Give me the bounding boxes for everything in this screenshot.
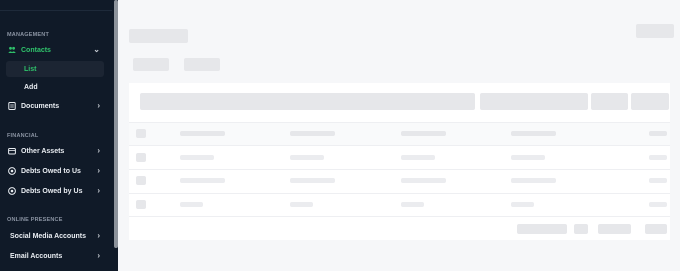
skeleton-filter bbox=[631, 93, 669, 110]
skeleton-pagination-button bbox=[574, 224, 588, 234]
sidebar-divider bbox=[0, 10, 112, 11]
sidebar-item-other-assets[interactable]: Other Assets › bbox=[0, 143, 110, 159]
chevron-down-icon: ⌄ bbox=[93, 45, 100, 54]
skeleton-cell bbox=[180, 202, 203, 207]
section-label-management: MANAGEMENT bbox=[7, 32, 50, 38]
skeleton-cell bbox=[180, 155, 214, 160]
chevron-right-icon: › bbox=[97, 231, 100, 240]
wallet-icon bbox=[8, 147, 16, 155]
sidebar-item-label: Social Media Accounts bbox=[10, 232, 86, 240]
users-icon bbox=[8, 46, 16, 54]
skeleton-header-cell bbox=[180, 131, 225, 136]
document-icon bbox=[8, 102, 16, 110]
skeleton-filter bbox=[591, 93, 628, 110]
sidebar-item-documents[interactable]: Documents › bbox=[0, 98, 110, 114]
skeleton-cell bbox=[649, 202, 667, 207]
skeleton-cell bbox=[290, 155, 324, 160]
chevron-right-icon: › bbox=[97, 251, 100, 260]
sidebar-item-label: Email Accounts bbox=[10, 252, 63, 260]
skeleton-cell bbox=[180, 178, 225, 183]
section-label-financial: FINANCIAL bbox=[7, 133, 39, 139]
skeleton-cell bbox=[649, 155, 667, 160]
sidebar-item-debts-owed-by-us[interactable]: Debts Owed by Us › bbox=[0, 183, 110, 199]
skeleton-cell bbox=[511, 155, 545, 160]
sidebar-item-contacts[interactable]: Contacts ⌄ bbox=[0, 42, 110, 58]
skeleton-pagination-button bbox=[598, 224, 631, 234]
table-divider bbox=[129, 216, 670, 217]
skeleton-header-cell bbox=[401, 131, 446, 136]
coin-icon bbox=[8, 167, 16, 175]
skeleton-checkbox bbox=[136, 176, 146, 185]
skeleton-search-input bbox=[140, 93, 475, 110]
skeleton-cell bbox=[401, 178, 446, 183]
table-divider bbox=[129, 145, 670, 146]
chevron-right-icon: › bbox=[97, 146, 100, 155]
skeleton-tab bbox=[184, 58, 220, 71]
sidebar-item-label: Other Assets bbox=[21, 147, 65, 155]
skeleton-pagination-button bbox=[645, 224, 667, 234]
skeleton-page-title bbox=[129, 29, 188, 43]
sidebar-item-email-accounts[interactable]: Email Accounts › bbox=[0, 248, 110, 264]
skeleton-header-cell bbox=[290, 131, 335, 136]
sidebar-item-debts-owed-to-us[interactable]: Debts Owed to Us › bbox=[0, 163, 110, 179]
skeleton-tab bbox=[133, 58, 169, 71]
sidebar-item-label: Documents bbox=[21, 102, 60, 110]
sidebar-item-label: Debts Owed to Us bbox=[21, 167, 81, 175]
section-label-online-presence: ONLINE PRESENCE bbox=[7, 217, 63, 223]
sidebar-subitem-add[interactable]: Add bbox=[6, 79, 104, 95]
skeleton-cell bbox=[511, 178, 556, 183]
chevron-right-icon: › bbox=[97, 186, 100, 195]
chevron-right-icon: › bbox=[97, 101, 100, 110]
skeleton-action-button bbox=[636, 24, 674, 38]
table-divider bbox=[129, 193, 670, 194]
skeleton-checkbox bbox=[136, 200, 146, 209]
skeleton-filter bbox=[480, 93, 588, 110]
sidebar-subitem-list[interactable]: List bbox=[6, 61, 104, 77]
sidebar-item-label: Debts Owed by Us bbox=[21, 187, 83, 195]
skeleton-cell bbox=[401, 155, 435, 160]
skeleton-checkbox bbox=[136, 153, 146, 162]
skeleton-cell bbox=[401, 202, 424, 207]
skeleton-pagination-info bbox=[517, 224, 567, 234]
coin-icon bbox=[8, 187, 16, 195]
table-divider bbox=[129, 169, 670, 170]
chevron-right-icon: › bbox=[97, 166, 100, 175]
skeleton-header-cell bbox=[649, 131, 667, 136]
table-divider bbox=[129, 122, 670, 123]
sidebar-item-social-media-accounts[interactable]: Social Media Accounts › bbox=[0, 228, 110, 244]
skeleton-cell bbox=[290, 202, 313, 207]
skeleton-header-cell bbox=[511, 131, 556, 136]
sidebar-scrollbar[interactable] bbox=[114, 0, 118, 248]
skeleton-cell bbox=[290, 178, 335, 183]
skeleton-cell bbox=[511, 202, 534, 207]
sidebar-item-label: Contacts bbox=[21, 46, 51, 54]
skeleton-cell bbox=[649, 178, 667, 183]
skeleton-checkbox bbox=[136, 129, 146, 138]
sidebar: MANAGEMENT Contacts ⌄ List Add Documents… bbox=[0, 0, 118, 271]
